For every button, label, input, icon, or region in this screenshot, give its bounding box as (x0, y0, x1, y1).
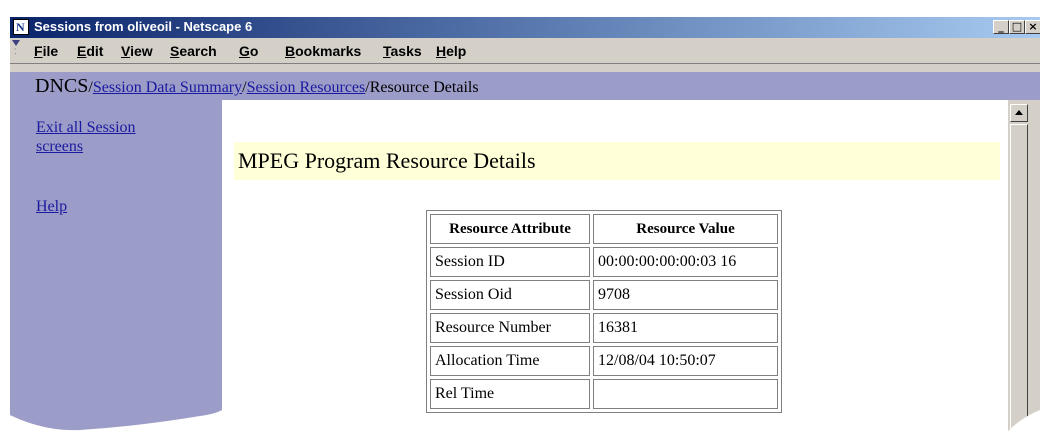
menu-help-mnemonic: H (436, 43, 447, 59)
cell-value: 00:00:00:00:00:03 16 (593, 247, 778, 277)
table-row: Allocation Time 12/08/04 10:50:07 (430, 346, 778, 376)
browser-window: N Sessions from oliveoil - Netscape 6 _ … (9, 17, 1040, 441)
maximize-button[interactable]: □ (1009, 20, 1025, 34)
toolbar-grip-icon[interactable] (12, 40, 20, 60)
menu-view[interactable]: View (121, 43, 153, 59)
menu-bookmarks-mnemonic: B (285, 43, 296, 59)
menu-search-mnemonic: S (170, 43, 180, 59)
cell-value: 9708 (593, 280, 778, 310)
menu-go[interactable]: Go (239, 43, 258, 59)
breadcrumb-link-session-data-summary[interactable]: Session Data Summary (93, 79, 242, 96)
exit-all-session-screens-link[interactable]: Exit all Session screens (36, 118, 136, 156)
cell-attribute: Session Oid (430, 280, 590, 310)
page-title-bar: MPEG Program Resource Details (234, 142, 1000, 180)
menu-search-label: earch (179, 43, 217, 59)
minimize-button[interactable]: _ (993, 20, 1009, 34)
menu-view-mnemonic: V (121, 43, 131, 59)
menu-tasks-mnemonic: T (383, 43, 391, 59)
menu-bookmarks[interactable]: Bookmarks (285, 43, 361, 59)
menu-file[interactable]: File (34, 43, 58, 59)
menu-edit-label: dit (86, 43, 104, 59)
title-bar[interactable]: N Sessions from oliveoil - Netscape 6 _ … (10, 17, 1040, 38)
netscape-app-icon[interactable]: N (13, 19, 29, 35)
table-row: Resource Number 16381 (430, 313, 778, 343)
menu-search[interactable]: Search (170, 43, 217, 59)
window-title: Sessions from oliveoil - Netscape 6 (34, 19, 253, 34)
cell-attribute: Session ID (430, 247, 590, 277)
table-header-row: Resource Attribute Resource Value (430, 214, 778, 244)
menu-go-mnemonic: G (239, 43, 250, 59)
page-title: MPEG Program Resource Details (238, 148, 536, 173)
breadcrumb-current: Resource Details (369, 79, 479, 96)
menu-bar: File Edit View Search Go Bookmarks Tasks… (10, 38, 1040, 64)
menu-go-label: o (249, 43, 259, 59)
menu-bookmarks-label: ookmarks (295, 43, 362, 59)
breadcrumb-root: DNCS (35, 75, 89, 97)
menu-tasks[interactable]: Tasks (383, 43, 422, 59)
menu-help[interactable]: Help (436, 43, 466, 59)
cell-value: 12/08/04 10:50:07 (593, 346, 778, 376)
menu-tasks-label: asks (390, 43, 422, 59)
menu-file-mnemonic: F (34, 43, 43, 59)
help-link[interactable]: Help (36, 197, 67, 216)
menu-edit-mnemonic: E (77, 43, 87, 59)
app-icon-letter: N (16, 20, 25, 34)
exit-link-line2: screens (36, 138, 84, 155)
close-button[interactable]: × (1025, 20, 1040, 34)
torn-edge-decoration (0, 410, 1040, 441)
exit-link-line1: Exit all Session (36, 119, 136, 136)
cell-attribute: Resource Number (430, 313, 590, 343)
menu-file-label: ile (42, 43, 59, 59)
breadcrumb-link-session-resources[interactable]: Session Resources (247, 79, 366, 96)
menu-view-label: iew (130, 43, 153, 59)
menu-edit[interactable]: Edit (77, 43, 103, 59)
header-resource-value: Resource Value (593, 214, 778, 244)
scroll-up-arrow-icon[interactable] (1010, 104, 1028, 122)
breadcrumb-bar: DNCS/Session Data Summary/Session Resour… (10, 72, 1040, 100)
table-row: Session Oid 9708 (430, 280, 778, 310)
menu-help-label: elp (446, 43, 467, 59)
cell-attribute: Allocation Time (430, 346, 590, 376)
header-resource-attribute: Resource Attribute (430, 214, 590, 244)
cell-value: 16381 (593, 313, 778, 343)
breadcrumb: DNCS/Session Data Summary/Session Resour… (35, 75, 479, 98)
table-row: Session ID 00:00:00:00:00:03 16 (430, 247, 778, 277)
